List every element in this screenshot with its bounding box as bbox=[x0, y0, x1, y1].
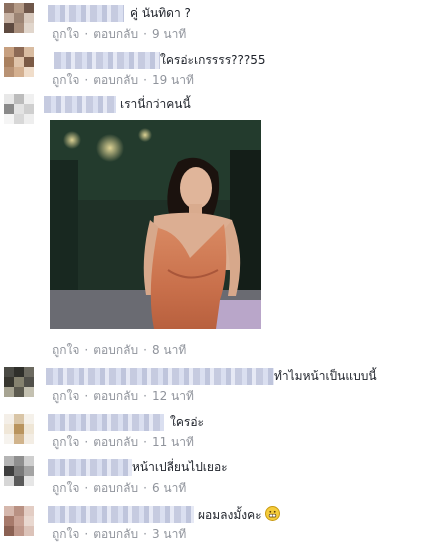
separator-dot: · bbox=[143, 389, 147, 403]
separator-dot: · bbox=[143, 435, 147, 449]
comment-actions: ถูกใจ · ตอบกลับ · 12 นาที bbox=[52, 388, 194, 404]
comment-text-value: ผอมลงมั้งคะ bbox=[198, 508, 262, 522]
like-link[interactable]: ถูกใจ bbox=[52, 435, 79, 449]
avatar[interactable] bbox=[4, 414, 34, 444]
separator-dot: · bbox=[84, 389, 89, 403]
like-link[interactable]: ถูกใจ bbox=[52, 73, 79, 87]
comment-time[interactable]: 6 นาที bbox=[152, 481, 186, 495]
separator-dot: · bbox=[84, 343, 89, 357]
reply-link[interactable]: ตอบกลับ bbox=[93, 435, 138, 449]
separator-dot: · bbox=[84, 435, 89, 449]
comment-text: ผอมลงมั้งคะ bbox=[198, 506, 281, 524]
comment-item: หน้าเปลี่ยนไปเยอะ ถูกใจ · ตอบกลับ · 6 นาที bbox=[0, 452, 431, 498]
commenter-name[interactable] bbox=[46, 368, 274, 385]
avatar[interactable] bbox=[4, 506, 34, 536]
avatar[interactable] bbox=[4, 47, 34, 77]
comment-actions: ถูกใจ · ตอบกลับ · 9 นาที bbox=[52, 26, 186, 42]
reply-link[interactable]: ตอบกลับ bbox=[93, 27, 138, 41]
separator-dot: · bbox=[143, 481, 147, 495]
comment-actions: ถูกใจ · ตอบกลับ · 11 นาที bbox=[52, 434, 194, 450]
reply-link[interactable]: ตอบกลับ bbox=[93, 73, 138, 87]
avatar[interactable] bbox=[4, 367, 34, 397]
commenter-name[interactable] bbox=[44, 96, 116, 113]
comment-item: คู่ นันทิดา ? ถูกใจ · ตอบกลับ · 9 นาที bbox=[0, 0, 431, 44]
comment-actions: ถูกใจ · ตอบกลับ · 6 นาที bbox=[52, 480, 186, 496]
comment-text: ทำไมหน้าเป็นแบบนี้ bbox=[274, 369, 377, 383]
comment-item: ใครอ่ะ ถูกใจ · ตอบกลับ · 11 นาที bbox=[0, 406, 431, 452]
comment-time[interactable]: 19 นาที bbox=[152, 73, 194, 87]
separator-dot: · bbox=[143, 27, 147, 41]
comment-time[interactable]: 12 นาที bbox=[152, 389, 194, 403]
comment-time[interactable]: 11 นาที bbox=[152, 435, 194, 449]
separator-dot: · bbox=[143, 527, 147, 541]
like-link[interactable]: ถูกใจ bbox=[52, 481, 79, 495]
avatar[interactable] bbox=[4, 94, 34, 124]
separator-dot: · bbox=[84, 527, 89, 541]
commenter-name[interactable] bbox=[48, 459, 132, 476]
comment-text: ใครอ่ะ bbox=[170, 415, 204, 429]
comment-actions: ถูกใจ · ตอบกลับ · 3 นาที bbox=[52, 526, 186, 542]
comment-actions: ถูกใจ · ตอบกลับ · 19 นาที bbox=[52, 72, 194, 88]
separator-dot: · bbox=[84, 481, 89, 495]
comment-text: เรานี่กว่าคนนี้ bbox=[120, 97, 191, 111]
comment-text: คู่ นันทิดา ? bbox=[130, 6, 191, 20]
comment-time[interactable]: 9 นาที bbox=[152, 27, 186, 41]
commenter-name[interactable] bbox=[48, 5, 124, 22]
commenter-name[interactable] bbox=[48, 414, 164, 431]
comment-item: ใครอ่ะเกรรรร???55 ถูกใจ · ตอบกลับ · 19 นาที bbox=[0, 44, 431, 90]
commenter-name[interactable] bbox=[54, 52, 160, 69]
like-link[interactable]: ถูกใจ bbox=[52, 389, 79, 403]
like-link[interactable]: ถูกใจ bbox=[52, 527, 79, 541]
separator-dot: · bbox=[84, 27, 89, 41]
grinning-face-emoji-icon bbox=[265, 506, 281, 521]
comment-item: ผอมลงมั้งคะ ถูกใจ · ตอบกลับ · 3 นาที bbox=[0, 498, 431, 550]
avatar[interactable] bbox=[4, 456, 34, 486]
comment-text: หน้าเปลี่ยนไปเยอะ bbox=[132, 460, 228, 474]
comment-item: ทำไมหน้าเป็นแบบนี้ ถูกใจ · ตอบกลับ · 12 นาที bbox=[0, 360, 431, 406]
comment-actions: ถูกใจ · ตอบกลับ · 8 นาที bbox=[52, 342, 186, 358]
comment-time[interactable]: 3 นาที bbox=[152, 527, 186, 541]
comment-text: ใครอ่ะเกรรรร???55 bbox=[160, 53, 266, 67]
attached-photo[interactable] bbox=[50, 120, 261, 329]
separator-dot: · bbox=[143, 343, 147, 357]
photo-illustration bbox=[50, 120, 261, 329]
separator-dot: · bbox=[84, 73, 89, 87]
like-link[interactable]: ถูกใจ bbox=[52, 27, 79, 41]
separator-dot: · bbox=[143, 73, 147, 87]
comment-time[interactable]: 8 นาที bbox=[152, 343, 186, 357]
reply-link[interactable]: ตอบกลับ bbox=[93, 389, 138, 403]
like-link[interactable]: ถูกใจ bbox=[52, 343, 79, 357]
commenter-name[interactable] bbox=[48, 506, 194, 523]
reply-link[interactable]: ตอบกลับ bbox=[93, 481, 138, 495]
reply-link[interactable]: ตอบกลับ bbox=[93, 527, 138, 541]
avatar[interactable] bbox=[4, 3, 34, 33]
reply-link[interactable]: ตอบกลับ bbox=[93, 343, 138, 357]
